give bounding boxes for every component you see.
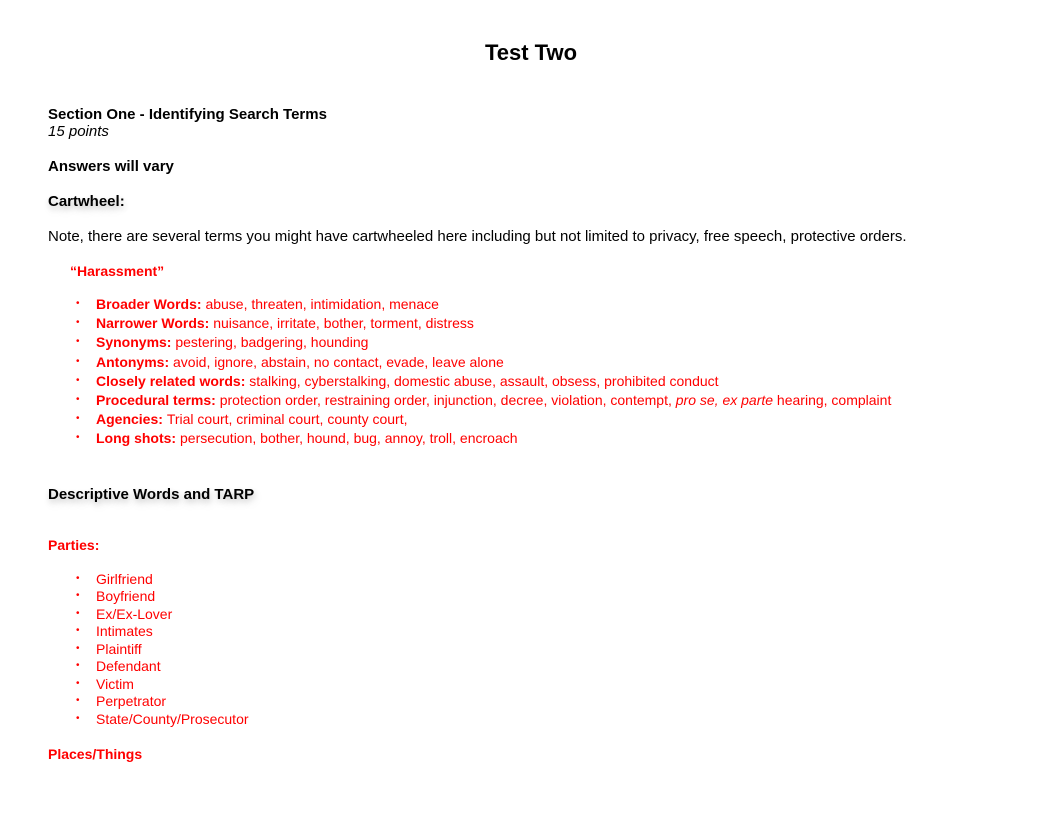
cartwheel-label: Synonyms:: [96, 334, 175, 350]
party-item: Girlfriend: [82, 571, 1014, 589]
cartwheel-text: nuisance, irritate, bother, torment, dis…: [213, 315, 474, 331]
parties-title: Parties:: [48, 537, 1014, 553]
cartwheel-label: Procedural terms:: [96, 392, 220, 408]
cartwheel-item-broader: Broader Words: abuse, threaten, intimida…: [82, 295, 1014, 313]
cartwheel-label: Narrower Words:: [96, 315, 213, 331]
answers-vary: Answers will vary: [48, 158, 1014, 175]
cartwheel-note: Note, there are several terms you might …: [48, 228, 1014, 245]
cartwheel-list: Broader Words: abuse, threaten, intimida…: [82, 295, 1014, 448]
cartwheel-text: hearing, complaint: [773, 392, 891, 408]
cartwheel-item-synonyms: Synonyms: pestering, badgering, hounding: [82, 333, 1014, 351]
harassment-title: “Harassment”: [70, 263, 1014, 279]
cartwheel-item-antonyms: Antonyms: avoid, ignore, abstain, no con…: [82, 353, 1014, 371]
cartwheel-label: Long shots:: [96, 430, 180, 446]
cartwheel-text: persecution, bother, hound, bug, annoy, …: [180, 430, 518, 446]
party-item: Victim: [82, 676, 1014, 694]
cartwheel-text: pestering, badgering, hounding: [175, 334, 368, 350]
party-item: Intimates: [82, 623, 1014, 641]
cartwheel-item-longshots: Long shots: persecution, bother, hound, …: [82, 429, 1014, 447]
party-item: State/County/Prosecutor: [82, 711, 1014, 729]
descriptive-block: Descriptive Words and TARP Parties: Girl…: [48, 486, 1014, 763]
cartwheel-heading: Cartwheel:: [48, 193, 125, 210]
cartwheel-text-italic: pro se, ex parte: [676, 392, 773, 408]
cartwheel-item-narrower: Narrower Words: nuisance, irritate, both…: [82, 314, 1014, 332]
cartwheel-text: avoid, ignore, abstain, no contact, evad…: [173, 354, 504, 370]
page-title: Test Two: [48, 40, 1014, 66]
harassment-block: “Harassment” Broader Words: abuse, threa…: [70, 263, 1014, 448]
party-item: Boyfriend: [82, 588, 1014, 606]
cartwheel-item-closely: Closely related words: stalking, cyberst…: [82, 372, 1014, 390]
points-line: 15 points: [48, 123, 1014, 140]
cartwheel-text: protection order, restraining order, inj…: [220, 392, 676, 408]
cartwheel-label: Closely related words:: [96, 373, 249, 389]
party-item: Perpetrator: [82, 693, 1014, 711]
descriptive-heading: Descriptive Words and TARP: [48, 486, 254, 503]
cartwheel-item-procedural: Procedural terms: protection order, rest…: [82, 391, 1014, 409]
cartwheel-text: abuse, threaten, intimidation, menace: [205, 296, 438, 312]
cartwheel-item-agencies: Agencies: Trial court, criminal court, c…: [82, 410, 1014, 428]
party-item: Defendant: [82, 658, 1014, 676]
party-item: Ex/Ex-Lover: [82, 606, 1014, 624]
places-title: Places/Things: [48, 746, 1014, 762]
cartwheel-label: Broader Words:: [96, 296, 205, 312]
cartwheel-label: Antonyms:: [96, 354, 173, 370]
cartwheel-text: Trial court, criminal court, county cour…: [167, 411, 408, 427]
section-heading: Section One - Identifying Search Terms: [48, 106, 1014, 123]
parties-list: Girlfriend Boyfriend Ex/Ex-Lover Intimat…: [82, 571, 1014, 729]
cartwheel-text: stalking, cyberstalking, domestic abuse,…: [249, 373, 718, 389]
party-item: Plaintiff: [82, 641, 1014, 659]
cartwheel-label: Agencies:: [96, 411, 167, 427]
